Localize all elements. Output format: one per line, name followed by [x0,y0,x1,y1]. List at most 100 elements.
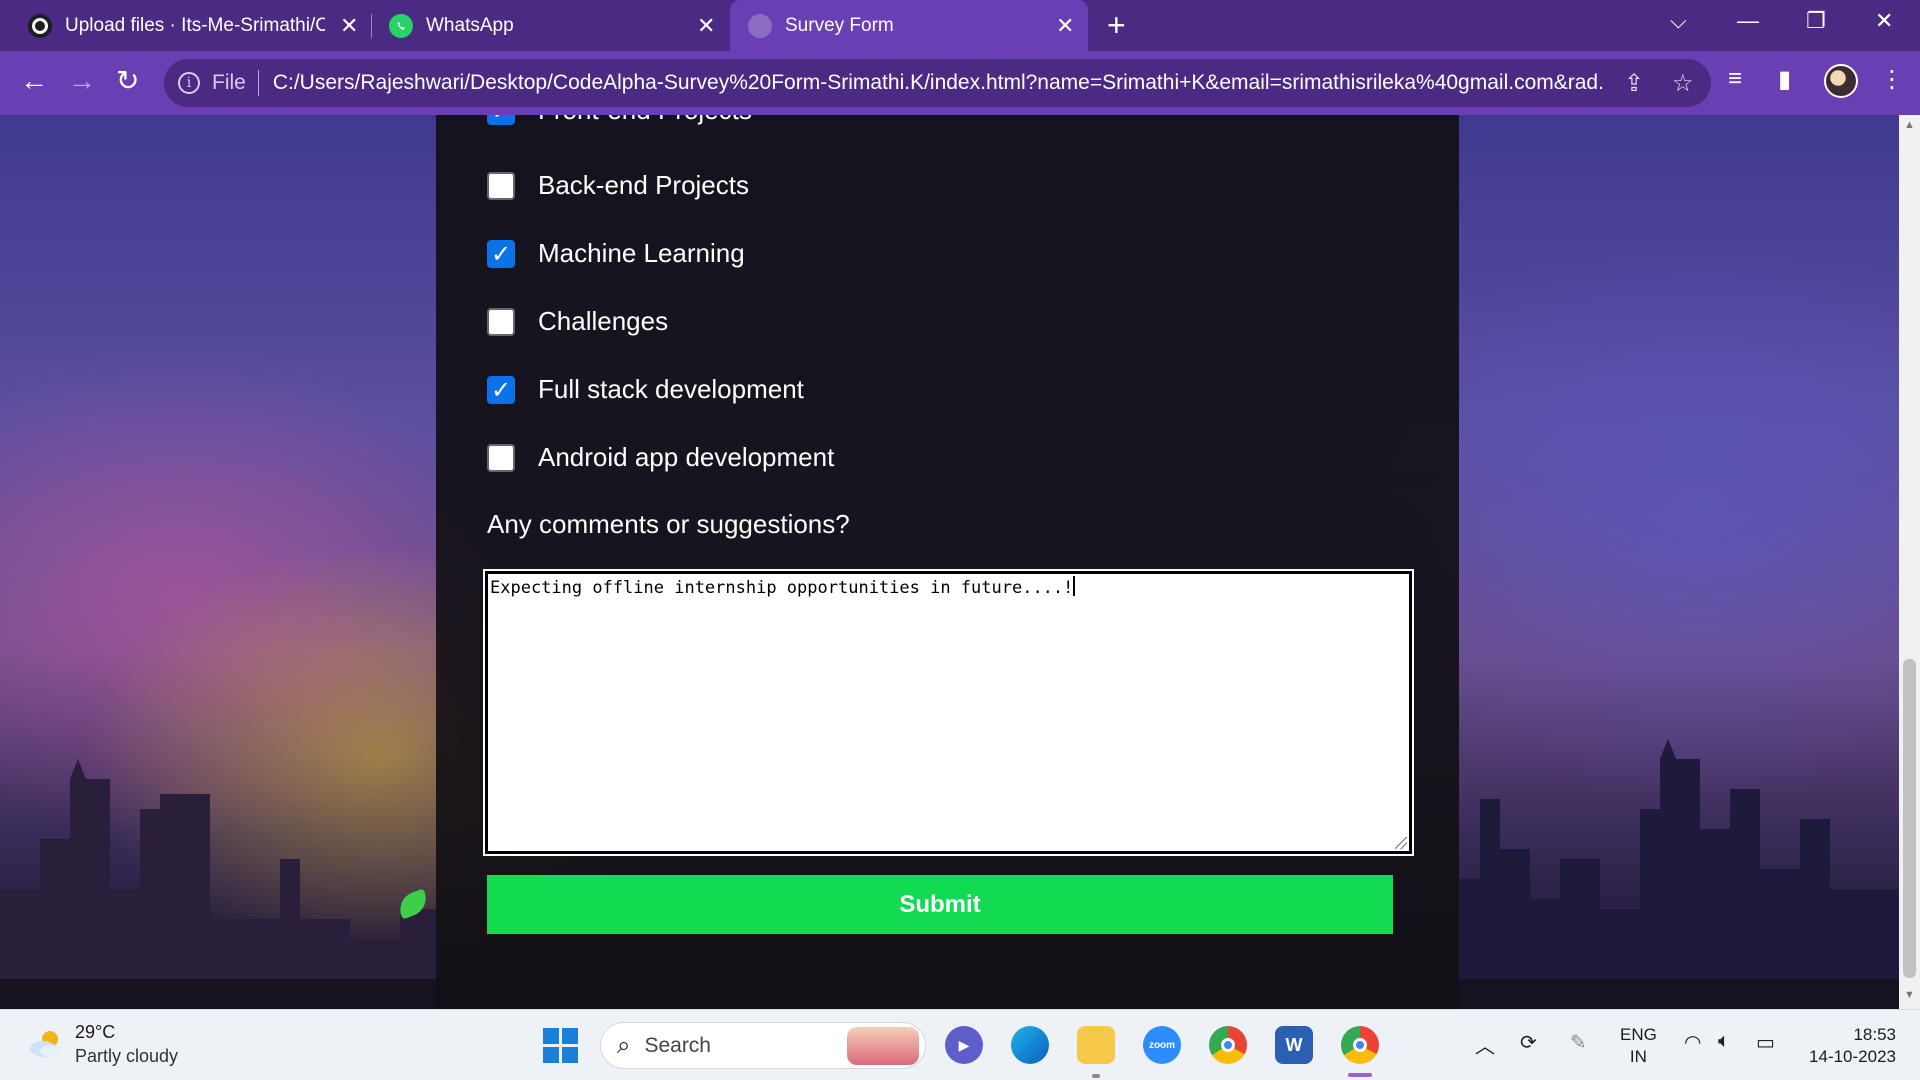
teams-icon[interactable]: ▶ [945,1026,983,1064]
word-icon[interactable]: W [1275,1026,1313,1064]
scroll-up-icon[interactable]: ▲ [1904,119,1915,131]
partly-cloudy-icon[interactable] [28,1026,64,1062]
file-explorer-icon[interactable] [1077,1026,1115,1064]
option-label: Back-end Projects [538,170,749,200]
back-icon[interactable]: ← [20,65,48,97]
address-bar[interactable]: i File C:/Users/Rajeshwari/Desktop/CodeA… [164,59,1711,107]
minimize-icon[interactable]: — [1737,8,1759,34]
word-label: W [1285,1034,1303,1055]
tab-search-icon[interactable]: ⌵ [1670,8,1687,34]
url-text[interactable]: C:/Users/Rajeshwari/Desktop/CodeAlpha-Su… [273,71,1603,95]
chrome-center [1221,1038,1235,1052]
running-indicator [1092,1074,1100,1078]
checkbox-unchecked[interactable] [487,307,515,336]
page-scrollbar[interactable]: ▲ ▼ [1899,115,1920,1009]
zoom-icon[interactable]: zoom [1143,1026,1181,1064]
search-icon: ⌕ [617,1031,631,1059]
checkbox-unchecked[interactable] [487,443,515,472]
share-icon[interactable]: ⇪ [1624,69,1644,98]
chrome-center [1353,1038,1367,1052]
close-window-icon[interactable]: ✕ [1875,8,1893,34]
windows-start-icon[interactable] [543,1028,578,1063]
reading-list-icon[interactable]: ≡ [1728,65,1742,93]
menu-kebab-icon[interactable]: ⋮ [1880,65,1904,94]
chrome-icon[interactable] [1209,1026,1247,1064]
scheme-label: File [212,71,246,94]
edge-icon[interactable] [1011,1026,1049,1064]
option-full-stack-development[interactable]: ✓ Full stack development [487,374,804,405]
option-android-app-development[interactable]: Android app development [487,442,834,473]
scrollbar-thumb[interactable] [1903,659,1916,978]
language-code: ENG [1620,1025,1657,1044]
volume-icon[interactable]: 🔈︎ [1718,1030,1730,1053]
resize-handle-icon[interactable] [1395,837,1407,849]
tab-title: Survey Form [785,14,894,36]
taskbar-search-box[interactable]: ⌕ Search [600,1022,926,1069]
checkbox-unchecked[interactable] [487,171,515,200]
tab-title: WhatsApp [426,14,514,36]
option-front-end-projects[interactable]: ✓ Front-end Projects [487,115,752,126]
option-label: Front-end Projects [538,115,752,126]
site-info-icon[interactable]: i [178,72,200,94]
tab-divider [371,14,372,38]
weather-description[interactable]: Partly cloudy [75,1046,178,1067]
page-viewport: ✓ Front-end Projects Back-end Projects ✓… [0,115,1899,1009]
side-panel-icon[interactable]: ▮ [1778,65,1791,94]
checkmark-icon: ✓ [490,375,512,404]
checkmark-icon: ✓ [490,239,512,268]
option-label: Challenges [538,306,669,336]
scroll-down-icon[interactable]: ▼ [1904,989,1915,1001]
profile-avatar[interactable] [1824,64,1858,98]
tab-strip: Upload files · Its-Me-Srimathi/Co ✕ What… [0,0,1920,51]
reload-icon[interactable]: ↻ [116,65,139,97]
weather-temperature[interactable]: 29°C [75,1022,115,1043]
tab-survey-form[interactable]: Survey Form ✕ [730,0,1088,51]
bookmark-star-icon[interactable]: ☆ [1672,69,1694,98]
chrome-profile-icon[interactable] [1341,1026,1379,1064]
submit-button[interactable]: Submit [487,875,1393,934]
region-code: IN [1629,1047,1647,1066]
sync-icon[interactable]: ⟳ [1520,1030,1537,1055]
language-indicator[interactable]: ENG IN [1620,1024,1657,1068]
checkbox-checked[interactable]: ✓ [487,239,515,268]
comments-label: Any comments or suggestions? [487,509,850,539]
checkbox-checked[interactable]: ✓ [487,115,515,125]
option-label: Android app development [538,442,835,472]
zoom-label: zoom [1148,1039,1176,1051]
close-tab-icon[interactable]: ✕ [340,13,358,39]
close-tab-icon[interactable]: ✕ [1056,13,1074,39]
clock-date: 14-10-2023 [1809,1047,1896,1066]
text-caret [1073,576,1076,596]
tab-whatsapp[interactable]: WhatsApp ✕ [389,0,719,51]
forward-icon[interactable]: → [68,65,96,97]
windows-taskbar: 29°C Partly cloudy ⌕ Search ▶ zoom W ︿ ⟳… [0,1009,1920,1080]
checkbox-checked[interactable]: ✓ [487,375,515,404]
option-challenges[interactable]: Challenges [487,306,668,337]
globe-icon [748,13,772,38]
whatsapp-icon [389,13,413,38]
restore-icon[interactable]: ❐ [1806,8,1826,34]
show-hidden-icons-chevron[interactable]: ︿ [1475,1030,1495,1059]
browser-toolbar: ← → ↻ i File C:/Users/Rajeshwari/Desktop… [0,51,1920,115]
option-machine-learning[interactable]: ✓ Machine Learning [487,238,745,269]
active-app-indicator [1348,1073,1372,1077]
tab-title: Upload files · Its-Me-Srimathi/Co [65,14,325,36]
new-tab-button[interactable]: + [1107,9,1126,41]
search-placeholder: Search [644,1033,711,1057]
comments-textarea[interactable]: Expecting offline internship opportuniti… [483,569,1414,856]
clock-time: 18:53 [1853,1025,1896,1044]
close-tab-icon[interactable]: ✕ [697,13,715,39]
option-label: Machine Learning [538,238,745,268]
divider [257,70,259,96]
battery-icon[interactable]: ▭ [1756,1030,1775,1055]
checkmark-icon: ✓ [491,115,511,123]
pen-menu-icon[interactable]: ✎ [1570,1030,1587,1055]
tab-upload-files[interactable]: Upload files · Its-Me-Srimathi/Co ✕ [28,0,358,51]
comments-text: Expecting offline internship opportuniti… [490,578,1074,598]
system-clock[interactable]: 18:53 14-10-2023 [1800,1024,1896,1068]
search-highlight-image [847,1027,919,1065]
wifi-icon[interactable]: ◠ [1684,1030,1701,1055]
option-back-end-projects[interactable]: Back-end Projects [487,170,749,201]
github-icon [28,13,52,38]
option-label: Full stack development [538,374,804,404]
